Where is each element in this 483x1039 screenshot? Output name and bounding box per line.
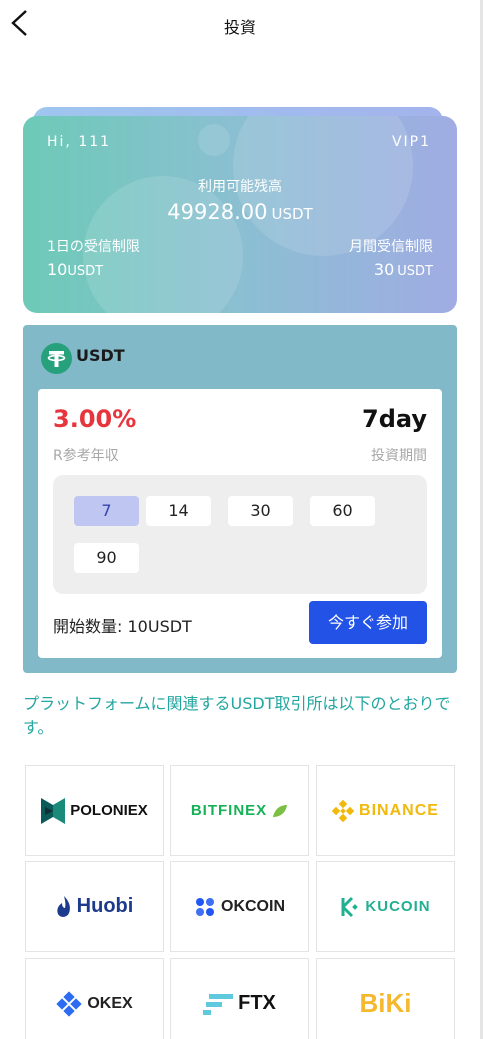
exchange-kucoin[interactable]: KUCOIN — [316, 861, 455, 952]
term-option-60[interactable]: 60 — [310, 496, 375, 526]
okcoin-icon — [196, 897, 214, 916]
daily-limit-value: 10USDT — [47, 260, 104, 279]
daily-limit-label: 1日の受信制限 — [47, 239, 140, 255]
exchange-name: BiKi — [359, 988, 412, 1018]
exchange-biki[interactable]: BiKi — [316, 958, 455, 1039]
term-option-90[interactable]: 90 — [74, 543, 139, 573]
leaf-icon — [273, 804, 288, 817]
exchange-name: OKEX — [87, 994, 133, 1012]
poloniex-icon — [41, 797, 66, 824]
exchange-bitfinex[interactable]: BITFINEX — [170, 765, 309, 856]
exchange-name: KUCOIN — [365, 898, 431, 915]
coin-name: USDT — [76, 346, 125, 365]
start-amount: 開始数量: 10USDT — [53, 617, 192, 636]
balance-card: Hi, 111 VIP1 利用可能残高 49928.00 USDT 1日の受信制限… — [23, 116, 457, 313]
huobi-flame-icon — [57, 895, 70, 917]
okex-icon — [56, 990, 82, 1017]
exchange-poloniex[interactable]: POLONIEX — [25, 765, 164, 856]
term-option-7[interactable]: 7 — [74, 496, 139, 526]
exchange-name: FTX — [238, 992, 276, 1014]
annual-rate: 3.00% — [53, 405, 137, 433]
ftx-icon — [203, 993, 234, 1015]
available-balance: 49928.00 USDT — [167, 200, 313, 224]
monthly-limit-label: 月間受信制限 — [349, 239, 433, 255]
exchange-info-text: プラットフォームに関連するUSDT取引所は以下のとおりです。 — [23, 694, 451, 737]
header: 投資 — [0, 0, 480, 48]
exchange-ftx[interactable]: FTX — [170, 958, 309, 1039]
investment-term: 7day — [362, 405, 427, 433]
greeting: Hi, 111 — [47, 134, 112, 150]
exchange-okcoin[interactable]: OKCOIN — [170, 861, 309, 952]
tether-icon — [41, 343, 72, 374]
exchange-name: BINANCE — [359, 801, 439, 819]
exchange-huobi[interactable]: Huobi — [25, 861, 164, 952]
exchange-name: Huobi — [76, 895, 134, 917]
exchange-name: BITFINEX — [190, 802, 268, 819]
binance-icon — [332, 799, 355, 822]
exchange-name: OKCOIN — [221, 897, 285, 915]
product-card: USDT 3.00% R参考年収 7day 投資期間 7 14 30 60 90… — [23, 325, 457, 673]
kucoin-icon — [341, 896, 359, 917]
join-now-button[interactable]: 今すぐ参加 — [309, 601, 427, 644]
term-options: 7 14 30 60 90 — [53, 475, 427, 594]
product-details: 3.00% R参考年収 7day 投資期間 7 14 30 60 90 開始数量… — [38, 389, 442, 658]
available-balance-label: 利用可能残高 — [198, 179, 282, 195]
exchange-name: POLONIEX — [70, 802, 148, 819]
term-option-14[interactable]: 14 — [146, 496, 211, 526]
page-title: 投資 — [223, 18, 256, 37]
annual-rate-label: R参考年収 — [53, 448, 119, 464]
exchange-binance[interactable]: BINANCE — [316, 765, 455, 856]
term-option-30[interactable]: 30 — [228, 496, 293, 526]
vip-level: VIP1 — [391, 134, 431, 150]
exchange-okex[interactable]: OKEX — [25, 958, 164, 1039]
investment-term-label: 投資期間 — [371, 448, 427, 464]
monthly-limit-value: 30 USDT — [373, 260, 433, 279]
